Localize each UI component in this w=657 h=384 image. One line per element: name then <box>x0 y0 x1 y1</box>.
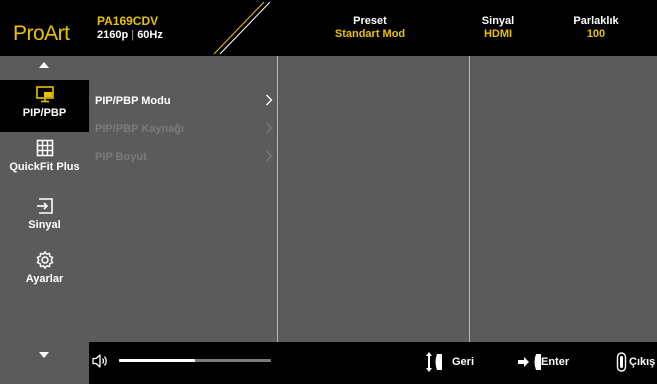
submenu-item-label: PIP/PBP Kaynağı <box>95 123 185 135</box>
brightness-value: 100 <box>586 28 606 40</box>
scroll-down-arrow-icon[interactable] <box>36 350 52 360</box>
sidebar-item-ayarlar[interactable]: Ayarlar <box>0 246 89 298</box>
scroll-up-arrow-icon[interactable] <box>36 60 52 70</box>
gear-icon <box>36 251 54 269</box>
back-button[interactable]: Geri <box>425 351 483 373</box>
preset-value: Standart Mod <box>334 28 406 40</box>
signal-status: Sinyal HDMI <box>470 15 526 41</box>
brightness-title: Parlaklık <box>573 15 619 27</box>
volume-slider-fill <box>119 359 195 362</box>
option-column <box>278 56 469 342</box>
main-menu-sidebar: PIP/PBP QuickFit Plus Sinyal Ayarlar <box>0 56 89 384</box>
submenu-panel: PIP/PBP Modu PIP/PBP Kaynağı PIP Boyut <box>89 56 657 342</box>
sidebar-item-label: Sinyal <box>28 219 61 231</box>
sidebar-item-sinyal[interactable]: Sinyal <box>0 192 89 244</box>
submenu-item-label: PIP Boyut <box>95 151 147 163</box>
pip-monitor-icon <box>36 86 54 103</box>
resolution-value: 2160p <box>97 29 129 41</box>
sidebar-item-label: PIP/PBP <box>22 107 67 119</box>
submenu-column: PIP/PBP Modu PIP/PBP Kaynağı PIP Boyut <box>89 56 277 342</box>
sidebar-item-label: Ayarlar <box>25 273 64 285</box>
joystick-updown-icon <box>426 352 442 372</box>
sidebar-item-pip-pbp[interactable]: PIP/PBP <box>0 80 89 132</box>
enter-label: Enter <box>541 356 570 368</box>
status-header: ProArt PA169CDV 2160p | 60Hz Preset Stan… <box>0 0 657 56</box>
header-divider-slashes <box>213 1 271 55</box>
preset-status: Preset Standart Mod <box>315 15 425 41</box>
submenu-item-label: PIP/PBP Modu <box>95 95 171 107</box>
sidebar-item-quickfit-plus[interactable]: QuickFit Plus <box>0 134 89 186</box>
chevron-right-icon <box>266 150 273 162</box>
signal-title: Sinyal <box>481 15 515 27</box>
brightness-status: Parlaklık 100 <box>563 15 629 41</box>
resolution-readout: 2160p | 60Hz <box>97 29 163 41</box>
submenu-item-pip-boyut[interactable]: PIP Boyut <box>95 147 273 169</box>
value-column <box>470 56 657 342</box>
preset-title: Preset <box>353 15 387 27</box>
speaker-icon <box>92 354 107 368</box>
refresh-rate-value: 60Hz <box>137 29 163 41</box>
control-footer: Geri Enter Çıkış <box>89 342 657 384</box>
grid-icon <box>36 139 54 157</box>
submenu-item-pip-pbp-modu[interactable]: PIP/PBP Modu <box>95 91 273 113</box>
signal-value: HDMI <box>483 28 513 40</box>
chevron-right-icon <box>266 94 273 106</box>
exit-label: Çıkış <box>629 356 656 368</box>
volume-slider[interactable] <box>119 359 271 362</box>
submenu-item-pip-pbp-kaynagi[interactable]: PIP/PBP Kaynağı <box>95 119 273 141</box>
input-icon <box>37 198 53 214</box>
enter-button[interactable]: Enter <box>517 351 587 373</box>
exit-button[interactable]: Çıkış <box>615 351 657 373</box>
proart-logo: ProArt <box>13 22 70 45</box>
exit-key-icon <box>616 352 627 372</box>
model-name: PA169CDV <box>97 14 159 28</box>
back-label: Geri <box>452 356 475 368</box>
sidebar-item-label: QuickFit Plus <box>9 161 80 173</box>
chevron-right-icon <box>266 122 273 134</box>
